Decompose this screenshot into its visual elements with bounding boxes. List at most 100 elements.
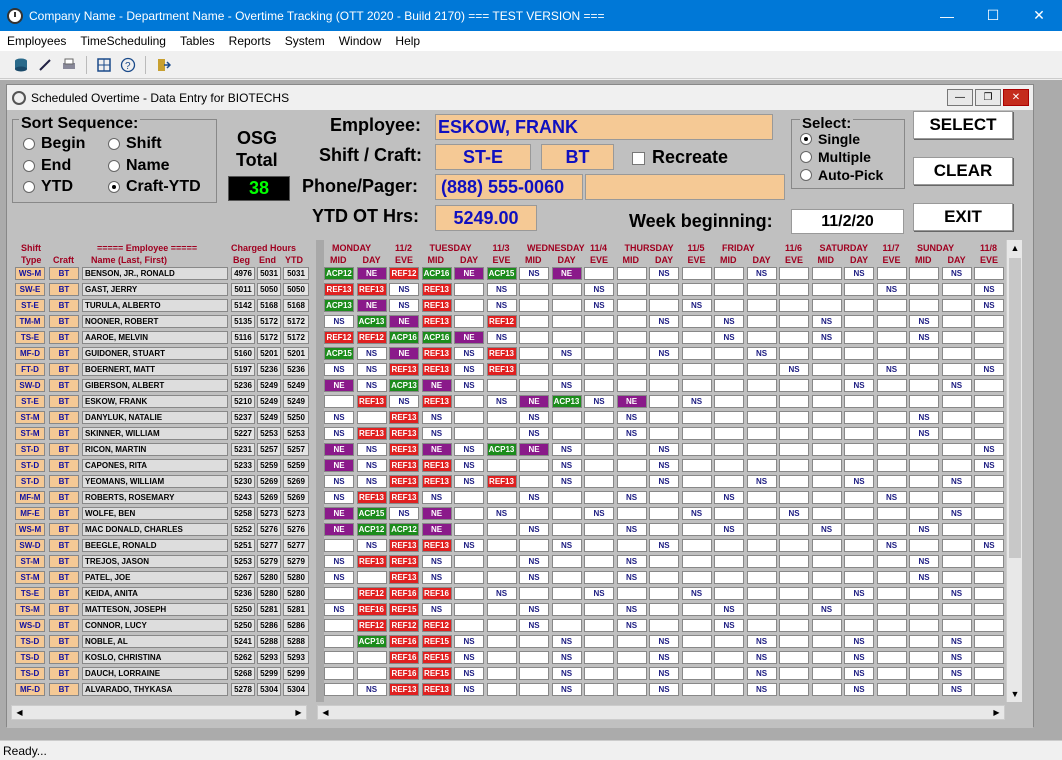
schedule-cell[interactable] <box>584 651 614 664</box>
schedule-cell[interactable] <box>519 459 549 472</box>
ytd-ot-hrs-field[interactable]: 5249.00 <box>435 205 537 231</box>
schedule-cell[interactable] <box>681 267 712 280</box>
schedule-cell[interactable]: NS <box>909 523 939 536</box>
schedule-cell[interactable]: REF13 <box>356 283 387 296</box>
schedule-cell[interactable] <box>714 459 744 472</box>
schedule-cell[interactable]: NS <box>389 507 419 520</box>
schedule-cell[interactable] <box>681 411 712 424</box>
schedule-cell[interactable] <box>779 491 809 504</box>
schedule-cell[interactable]: REF13 <box>389 555 419 568</box>
schedule-cell[interactable] <box>811 667 842 680</box>
schedule-cell[interactable] <box>454 619 484 632</box>
table-row[interactable]: ST-M BT PATEL, JOE 5267 5280 5280 NS REF13 NS NS N… <box>11 570 1006 586</box>
schedule-cell[interactable]: NS <box>941 587 972 600</box>
schedule-cell[interactable]: REF13 <box>356 395 387 408</box>
schedule-cell[interactable] <box>779 683 809 696</box>
table-row[interactable]: ST-M BT DANYLUK, NATALIE 5237 5249 5250 NS REF1… <box>11 410 1006 426</box>
schedule-cell[interactable]: NS <box>941 635 972 648</box>
schedule-cell[interactable] <box>876 379 907 392</box>
schedule-cell[interactable] <box>909 491 939 504</box>
schedule-cell[interactable]: NS <box>909 571 939 584</box>
schedule-cell[interactable] <box>454 491 484 504</box>
schedule-cell[interactable] <box>779 347 809 360</box>
sort-name-radio[interactable]: Name <box>108 157 170 175</box>
schedule-cell[interactable] <box>454 411 484 424</box>
schedule-cell[interactable]: NS <box>909 427 939 440</box>
vertical-scrollbar[interactable]: ▲ ▼ <box>1006 240 1022 702</box>
schedule-cell[interactable] <box>876 267 907 280</box>
schedule-cell[interactable] <box>974 667 1004 680</box>
schedule-cell[interactable] <box>681 555 712 568</box>
schedule-cell[interactable] <box>811 539 842 552</box>
schedule-cell[interactable]: REF13 <box>389 411 419 424</box>
schedule-cell[interactable]: NS <box>974 443 1004 456</box>
schedule-cell[interactable] <box>876 603 907 616</box>
schedule-cell[interactable] <box>844 347 874 360</box>
schedule-cell[interactable] <box>844 491 874 504</box>
schedule-cell[interactable]: NS <box>681 299 712 312</box>
schedule-cell[interactable]: NE <box>324 523 354 536</box>
schedule-cell[interactable] <box>746 411 777 424</box>
table-row[interactable]: MF-D BT ALVARADO, THYKASA 5278 5304 5304 NS REF… <box>11 682 1006 698</box>
schedule-cell[interactable] <box>844 443 874 456</box>
schedule-cell[interactable] <box>974 619 1004 632</box>
schedule-cell[interactable]: REF13 <box>421 363 452 376</box>
schedule-cell[interactable]: REF13 <box>421 347 452 360</box>
schedule-cell[interactable]: NS <box>454 683 484 696</box>
schedule-cell[interactable] <box>584 459 614 472</box>
schedule-cell[interactable] <box>974 571 1004 584</box>
schedule-cell[interactable] <box>941 395 972 408</box>
schedule-cell[interactable]: ACP12 <box>389 523 419 536</box>
scroll-down-arrow-icon[interactable]: ▼ <box>1007 686 1023 702</box>
schedule-cell[interactable] <box>324 619 354 632</box>
schedule-cell[interactable] <box>486 555 517 568</box>
schedule-cell[interactable] <box>779 379 809 392</box>
schedule-cell[interactable] <box>779 459 809 472</box>
schedule-cell[interactable]: NS <box>909 411 939 424</box>
schedule-cell[interactable] <box>974 555 1004 568</box>
schedule-cell[interactable]: NS <box>649 635 679 648</box>
schedule-cell[interactable] <box>519 667 549 680</box>
schedule-cell[interactable]: NS <box>714 331 744 344</box>
schedule-cell[interactable]: REF12 <box>356 619 387 632</box>
schedule-cell[interactable] <box>844 507 874 520</box>
schedule-cell[interactable] <box>876 555 907 568</box>
schedule-cell[interactable] <box>876 587 907 600</box>
recreate-checkbox[interactable] <box>632 152 645 165</box>
schedule-cell[interactable] <box>941 283 972 296</box>
schedule-cell[interactable]: NS <box>454 363 484 376</box>
schedule-cell[interactable] <box>681 315 712 328</box>
schedule-cell[interactable] <box>779 299 809 312</box>
schedule-cell[interactable] <box>844 315 874 328</box>
schedule-cell[interactable] <box>941 427 972 440</box>
table-row[interactable]: SW-D BT GIBERSON, ALBERT 5236 5249 5249 NE NS AC… <box>11 378 1006 394</box>
menu-help[interactable]: Help <box>388 34 427 48</box>
schedule-cell[interactable] <box>779 475 809 488</box>
schedule-cell[interactable] <box>811 635 842 648</box>
right-horizontal-scrollbar[interactable]: ◀ ▶ <box>317 705 1005 720</box>
schedule-cell[interactable]: NS <box>454 347 484 360</box>
schedule-cell[interactable] <box>616 443 647 456</box>
schedule-cell[interactable] <box>681 283 712 296</box>
schedule-cell[interactable]: REF12 <box>356 587 387 600</box>
schedule-cell[interactable]: NS <box>551 667 582 680</box>
table-row[interactable]: ST-D BT YEOMANS, WILLIAM 5230 5269 5269 NS NS RE… <box>11 474 1006 490</box>
schedule-cell[interactable]: NS <box>714 603 744 616</box>
schedule-cell[interactable] <box>681 427 712 440</box>
schedule-cell[interactable]: NE <box>519 443 549 456</box>
schedule-cell[interactable] <box>746 299 777 312</box>
schedule-cell[interactable] <box>616 587 647 600</box>
schedule-cell[interactable]: NE <box>421 443 452 456</box>
schedule-cell[interactable] <box>616 651 647 664</box>
exit-button[interactable]: EXIT <box>913 203 1013 231</box>
schedule-cell[interactable] <box>974 651 1004 664</box>
sort-end-radio[interactable]: End <box>23 157 71 175</box>
schedule-cell[interactable]: NE <box>421 523 452 536</box>
schedule-cell[interactable]: NS <box>324 475 354 488</box>
schedule-cell[interactable] <box>876 475 907 488</box>
schedule-cell[interactable] <box>714 555 744 568</box>
schedule-cell[interactable]: NS <box>519 491 549 504</box>
schedule-cell[interactable] <box>584 603 614 616</box>
schedule-cell[interactable] <box>941 571 972 584</box>
schedule-cell[interactable]: NS <box>584 283 614 296</box>
